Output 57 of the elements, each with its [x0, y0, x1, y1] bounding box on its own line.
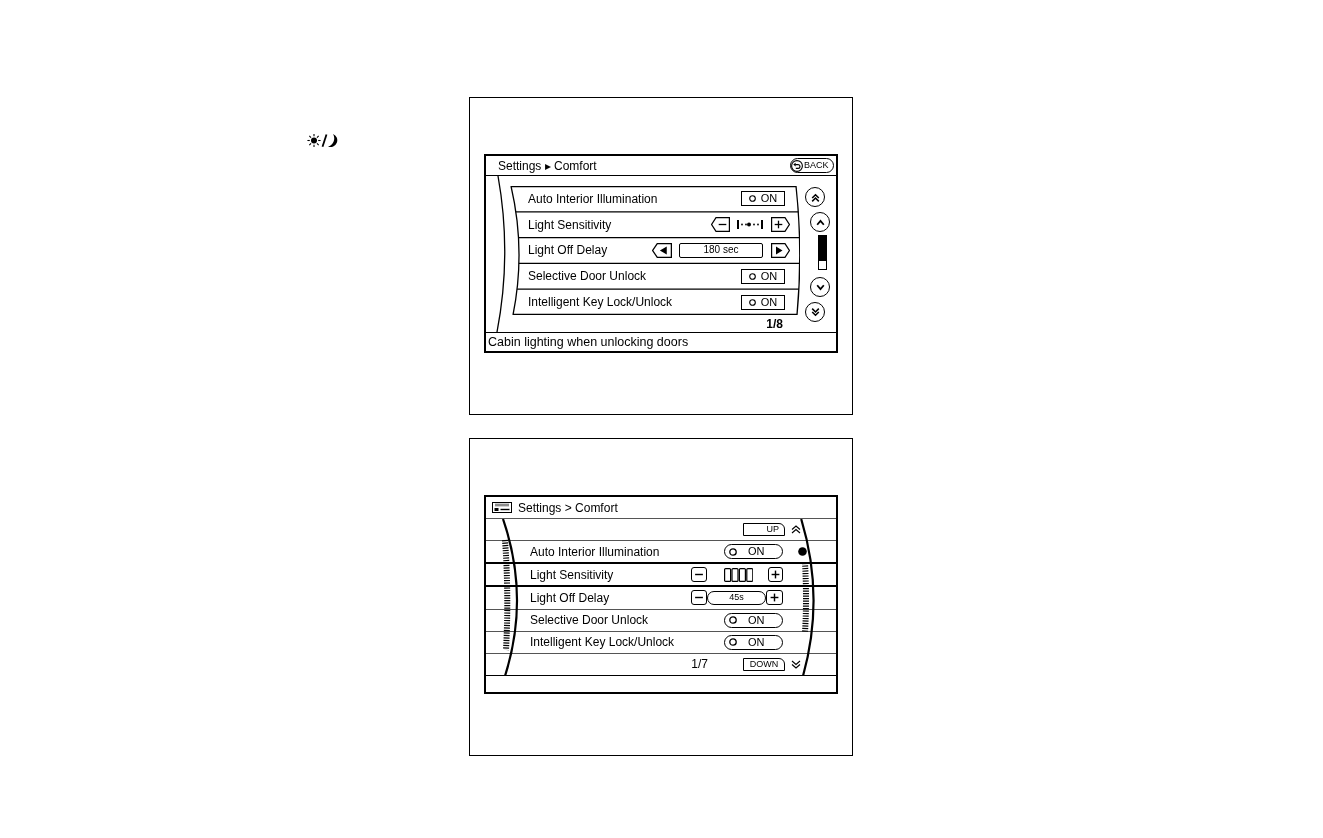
plus-icon [771, 217, 790, 233]
setting-label: Auto Interior Illumination [530, 545, 660, 558]
value-display: 180 sec [679, 243, 763, 258]
scrollbar-thumb[interactable] [819, 236, 826, 261]
setting-label: Light Off Delay [530, 592, 610, 604]
double-chevron-up-icon [791, 525, 801, 535]
setting-row[interactable]: Intelligent Key Lock/Unlock ON [486, 631, 836, 654]
on-off-button[interactable]: ON [741, 294, 785, 310]
minus-icon [711, 217, 730, 233]
on-off-button[interactable]: ON [724, 544, 783, 560]
on-off-button[interactable]: ON [724, 634, 783, 650]
breadcrumb: Settings > Comfort [518, 501, 618, 514]
panel-icon [492, 502, 512, 513]
value-display: 45s [707, 591, 766, 605]
bar-meter-icon [724, 567, 753, 582]
scroll-position-dot-icon [798, 547, 807, 556]
setting-row[interactable]: Light Sensitivity [486, 562, 836, 588]
setting-label: Light Off Delay [528, 244, 608, 257]
setting-row[interactable]: Selective Door Unlock ON [486, 609, 836, 632]
slider-knob[interactable] [747, 222, 751, 227]
down-button[interactable]: DOWN [743, 657, 785, 671]
page-indicator: 1/8 [766, 318, 783, 330]
increase-button[interactable] [768, 567, 783, 583]
decrease-button[interactable] [691, 567, 707, 583]
setting-label: Light Sensitivity [528, 218, 612, 231]
decrease-button[interactable] [711, 217, 730, 233]
slider-track[interactable] [737, 219, 763, 231]
double-chevron-down-icon [791, 659, 801, 669]
chevron-up-icon [814, 216, 826, 228]
next-button[interactable] [771, 243, 790, 258]
setting-label: Selective Door Unlock [528, 270, 647, 283]
status-text: Cabin lighting when unlocking doors [488, 335, 689, 349]
up-button[interactable]: UP [743, 523, 785, 537]
page-up-button[interactable] [805, 187, 825, 207]
right-triangle-icon [771, 243, 790, 258]
on-off-button[interactable]: ON [741, 268, 785, 284]
left-triangle-icon [652, 243, 672, 258]
setting-label: Intelligent Key Lock/Unlock [528, 296, 673, 309]
on-off-button[interactable]: ON [741, 191, 785, 207]
page-down-button[interactable] [805, 302, 825, 322]
on-off-button[interactable]: ON [724, 612, 783, 628]
scroll-down-button[interactable] [810, 277, 830, 297]
scroll-up-button[interactable] [810, 212, 830, 232]
increase-button[interactable] [771, 217, 790, 233]
double-chevron-up-icon [809, 191, 821, 203]
setting-label: Light Sensitivity [530, 568, 614, 581]
double-chevron-down-icon [809, 306, 821, 318]
setting-label: Auto Interior Illumination [528, 192, 658, 205]
setting-label: Selective Door Unlock [530, 614, 649, 627]
setting-row[interactable]: Auto Interior Illumination ON [486, 541, 836, 563]
setting-label: Intelligent Key Lock/Unlock [530, 636, 675, 649]
previous-button[interactable] [652, 243, 672, 258]
decrease-button[interactable] [691, 590, 707, 606]
increase-button[interactable] [766, 590, 783, 606]
breadcrumb: Settings ▸ Comfort [498, 159, 597, 172]
setting-row[interactable]: Light Off Delay 45s [486, 587, 836, 610]
page-indicator: 1/7 [691, 658, 708, 671]
